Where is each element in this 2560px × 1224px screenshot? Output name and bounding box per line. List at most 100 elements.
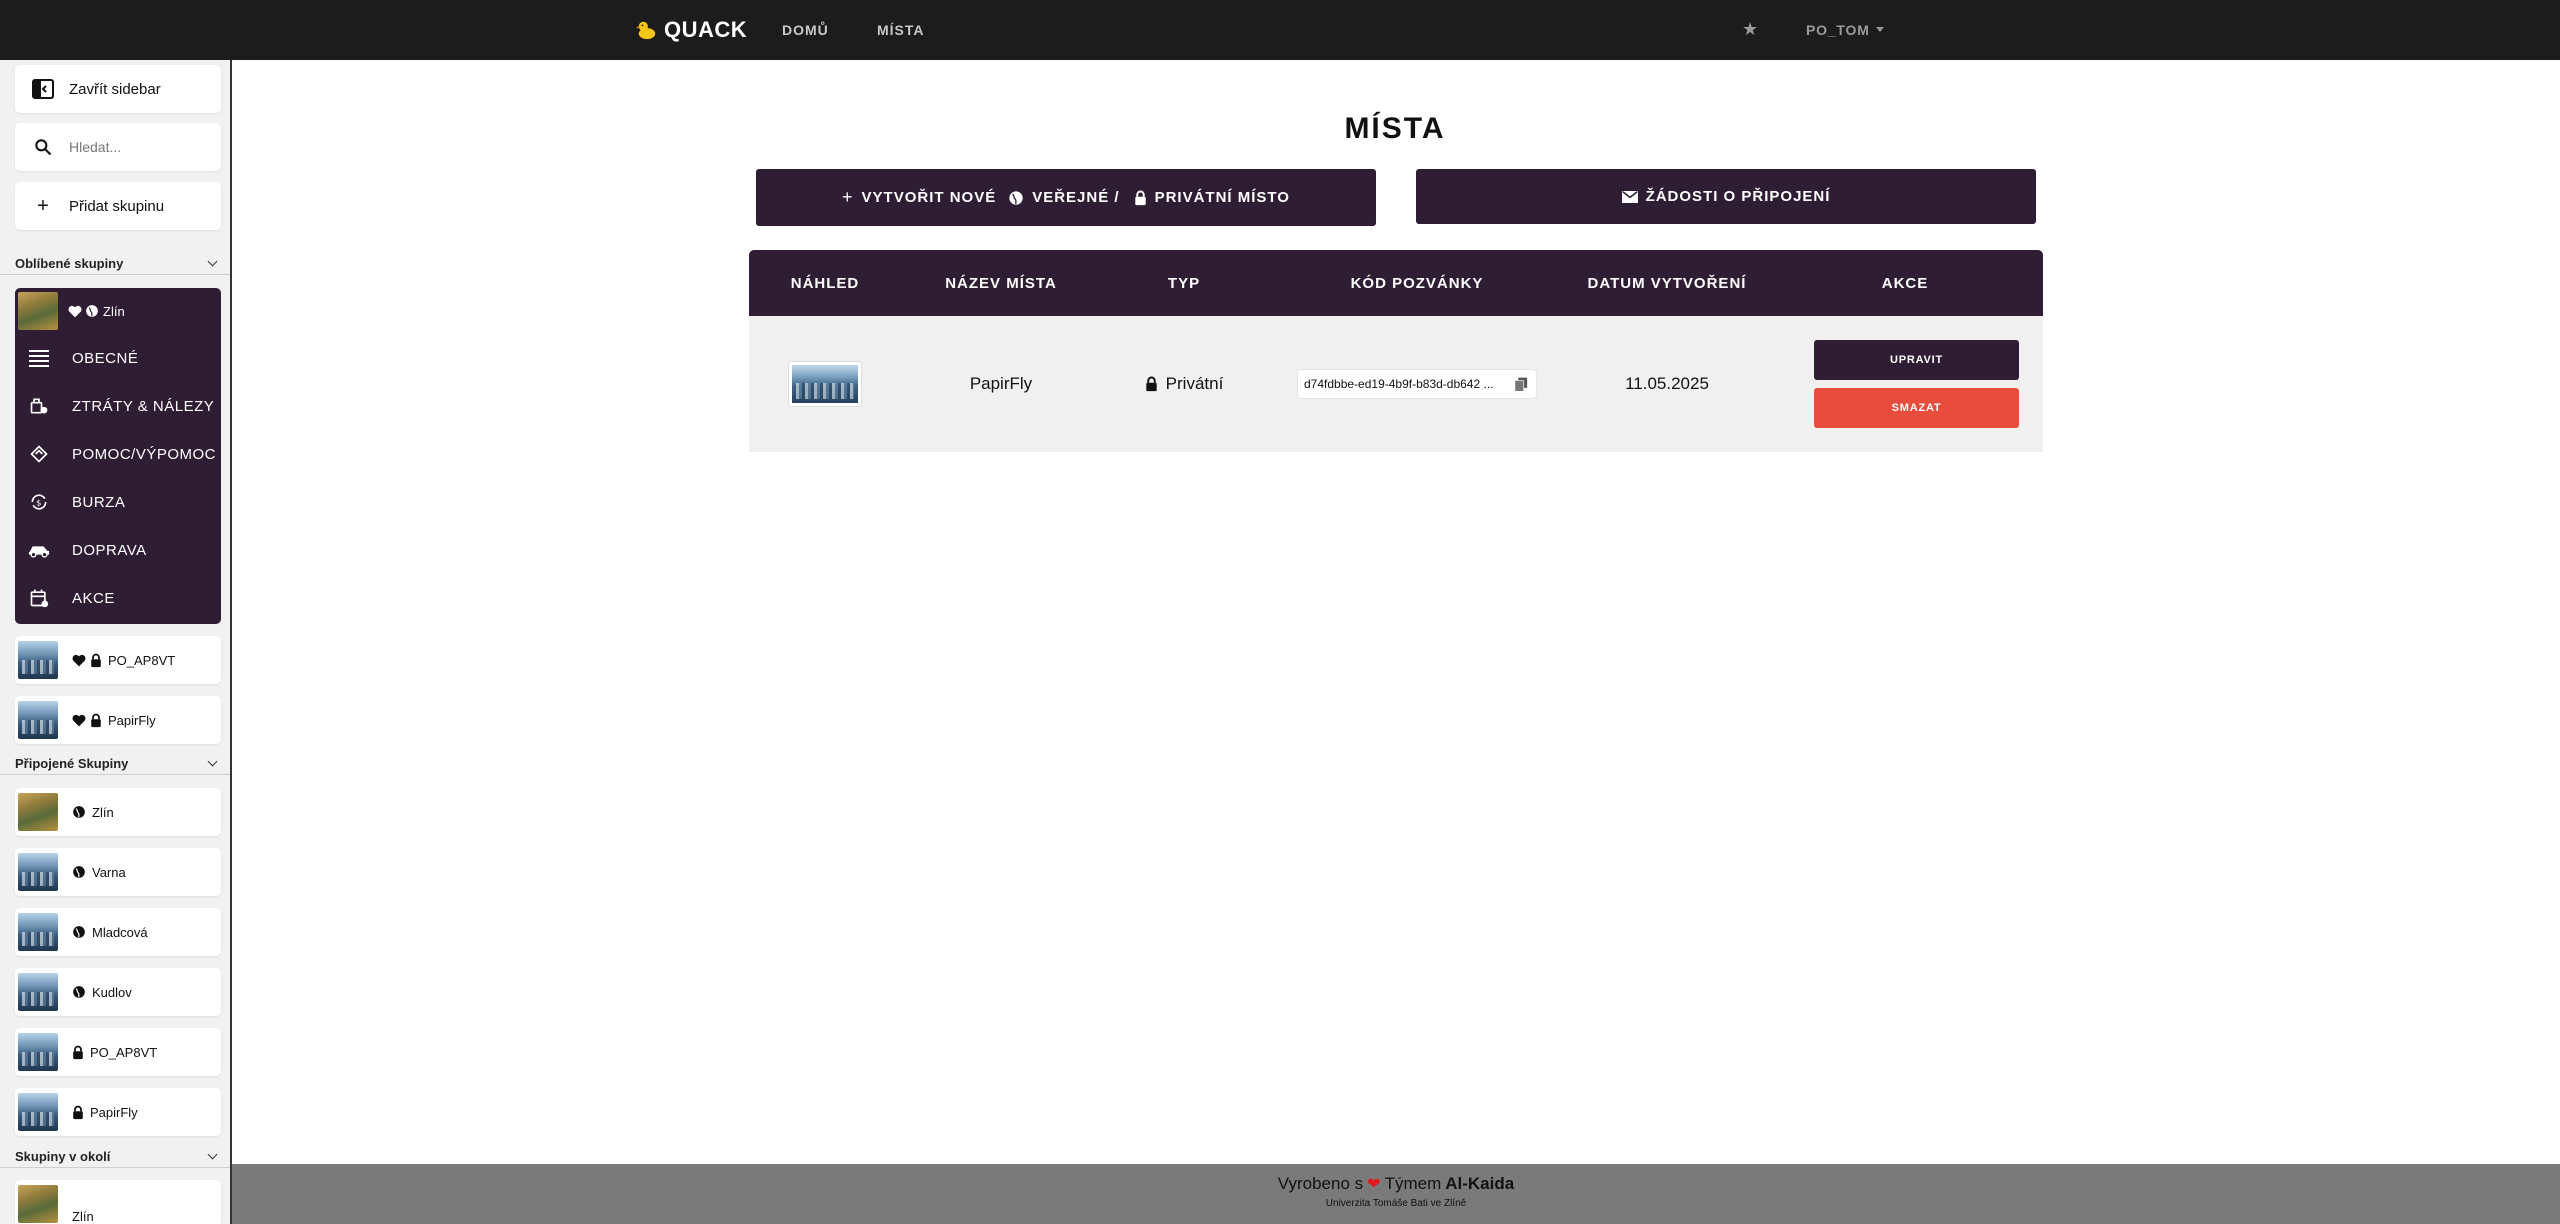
channel-lost-found[interactable]: ZTRÁTY & NÁLEZY <box>15 382 221 430</box>
globe-icon <box>73 866 85 878</box>
globe-icon <box>73 926 85 938</box>
plus-icon: + <box>37 194 49 217</box>
svg-text:$: $ <box>36 497 42 507</box>
favorites-title: Oblíbené skupiny <box>15 256 124 271</box>
footer: Vyrobeno s ❤ Týmem Al-Kaida Univerzita T… <box>232 1164 2560 1224</box>
joined-group-item[interactable]: PapirFly <box>15 1088 221 1136</box>
group-thumbnail <box>18 793 58 831</box>
joined-group-item[interactable]: Kudlov <box>15 968 221 1016</box>
favorite-group-item[interactable]: PapirFly <box>15 696 221 744</box>
heart-icon <box>72 714 86 726</box>
joined-group-item[interactable]: Zlín <box>15 788 221 836</box>
group-name: PapirFly <box>108 712 156 728</box>
type-cell: Privátní <box>1101 316 1267 452</box>
lock-icon <box>91 653 101 667</box>
table-row: PapirFly Privátní d74fdbbe-ed19-4b9f-b83… <box>749 316 2043 452</box>
channel-label: ZTRÁTY & NÁLEZY <box>72 397 215 415</box>
lock-icon <box>1134 190 1146 205</box>
group-thumbnail <box>18 292 58 330</box>
channel-exchange[interactable]: $ BURZA <box>15 478 221 526</box>
sidebar-toggle-icon <box>23 77 63 101</box>
nearby-section-header[interactable]: Skupiny v okolí <box>0 1146 230 1168</box>
search-box <box>15 123 221 171</box>
globe-icon <box>73 986 85 998</box>
column-header: DATUM VYTVOŘENÍ <box>1587 274 1747 292</box>
channel-transport[interactable]: DOPRAVA <box>15 526 221 574</box>
joined-group-item[interactable]: Varna <box>15 848 221 896</box>
lost-found-icon <box>24 396 54 416</box>
nearby-title: Skupiny v okolí <box>15 1149 111 1164</box>
group-name: Zlín <box>92 804 114 820</box>
delete-button[interactable]: SMAZAT <box>1814 388 2019 428</box>
group-thumbnail <box>18 973 58 1011</box>
copy-icon[interactable] <box>1514 377 1528 392</box>
channel-general[interactable]: OBECNÉ <box>15 334 221 382</box>
lock-icon <box>73 1045 83 1059</box>
caret-down-icon <box>1875 26 1884 32</box>
close-sidebar-button[interactable]: Zavřít sidebar <box>15 65 221 113</box>
column-header: AKCE <box>1881 274 1929 292</box>
globe-icon <box>1009 190 1023 205</box>
create-label-part3: PRIVÁTNÍ MÍSTO <box>1154 189 1290 206</box>
search-icon <box>23 137 63 157</box>
group-name: PO_AP8VT <box>90 1044 158 1060</box>
group-name: Zlín <box>72 1208 94 1224</box>
chevron-down-icon <box>207 256 218 267</box>
preview-cell <box>749 316 901 452</box>
currency-exchange-icon: $ <box>24 492 54 512</box>
created-date: 11.05.2025 <box>1625 374 1709 393</box>
invite-code: d74fdbbe-ed19-4b9f-b83d-db642 ... <box>1304 377 1494 391</box>
group-thumbnail <box>18 701 58 739</box>
heart-icon <box>68 305 82 318</box>
star-icon[interactable]: ★ <box>1742 19 1758 40</box>
lock-icon <box>73 1105 83 1119</box>
heart-icon <box>72 654 86 666</box>
create-place-button[interactable]: + VYTVOŘIT NOVÉ VEŘEJNÉ / PRIVÁTNÍ MÍSTO <box>756 169 1376 226</box>
channel-label: OBECNÉ <box>72 349 139 367</box>
chevron-down-icon <box>207 756 218 767</box>
invite-code-cell: d74fdbbe-ed19-4b9f-b83d-db642 ... <box>1267 316 1567 452</box>
brand-logo[interactable]: QUACK <box>636 0 747 60</box>
plus-icon: + <box>842 187 854 207</box>
user-menu[interactable]: PO_TOM <box>1806 0 1884 60</box>
car-icon <box>24 542 54 558</box>
edit-button[interactable]: UPRAVIT <box>1814 340 2019 380</box>
favorite-group-header[interactable]: Zlín <box>15 288 221 334</box>
add-group-label: Přidat skupinu <box>69 197 165 215</box>
add-group-button[interactable]: + Přidat skupinu <box>15 182 221 230</box>
joined-section-header[interactable]: Připojené Skupiny <box>0 753 230 775</box>
footer-made-prefix: Vyrobeno s <box>1277 1174 1364 1193</box>
chevron-down-icon <box>207 1149 218 1160</box>
create-label-part2: VEŘEJNÉ / <box>1032 189 1120 206</box>
group-thumbnail <box>18 1185 58 1223</box>
places-table-header: NÁHLED NÁZEV MÍSTA TYP KÓD POZVÁNKY DATU… <box>749 250 2043 316</box>
group-thumbnail <box>18 1033 58 1071</box>
globe-icon <box>73 806 85 818</box>
place-name: PapirFly <box>969 374 1033 393</box>
group-name: Mladcová <box>92 924 148 940</box>
place-type: Privátní <box>1165 374 1224 393</box>
join-requests-button[interactable]: ŽÁDOSTI O PŘIPOJENÍ <box>1416 169 2036 224</box>
top-navbar: QUACK DOMŮ MÍSTA ★ PO_TOM <box>0 0 2560 60</box>
nav-link-places[interactable]: MÍSTA <box>877 0 925 60</box>
group-thumbnail <box>18 641 58 679</box>
joined-group-item[interactable]: Mladcová <box>15 908 221 956</box>
close-sidebar-label: Zavřít sidebar <box>69 80 161 98</box>
nav-link-home[interactable]: DOMŮ <box>782 0 829 60</box>
channel-help[interactable]: POMOC/VÝPOMOC <box>15 430 221 478</box>
duck-icon <box>636 21 656 40</box>
place-preview-image <box>789 362 861 406</box>
joined-group-item[interactable]: PO_AP8VT <box>15 1028 221 1076</box>
favorite-group-item[interactable]: PO_AP8VT <box>15 636 221 684</box>
create-label-part1: VYTVOŘIT NOVÉ <box>861 189 997 206</box>
lock-icon <box>1145 376 1157 392</box>
favorite-group-expanded: Zlín OBECNÉ ZTRÁTY & NÁLEZY POMOC/VÝPOMO… <box>15 288 221 624</box>
channel-events[interactable]: AKCE <box>15 574 221 622</box>
favorites-section-header[interactable]: Oblíbené skupiny <box>0 253 230 275</box>
join-requests-label: ŽÁDOSTI O PŘIPOJENÍ <box>1645 188 1831 205</box>
nearby-group-item[interactable]: Zlín <box>15 1180 221 1224</box>
search-input[interactable] <box>69 139 209 155</box>
column-header: NÁHLED <box>790 274 860 292</box>
footer-team: Al-Kaida <box>1445 1174 1515 1193</box>
mail-icon <box>1621 190 1638 203</box>
